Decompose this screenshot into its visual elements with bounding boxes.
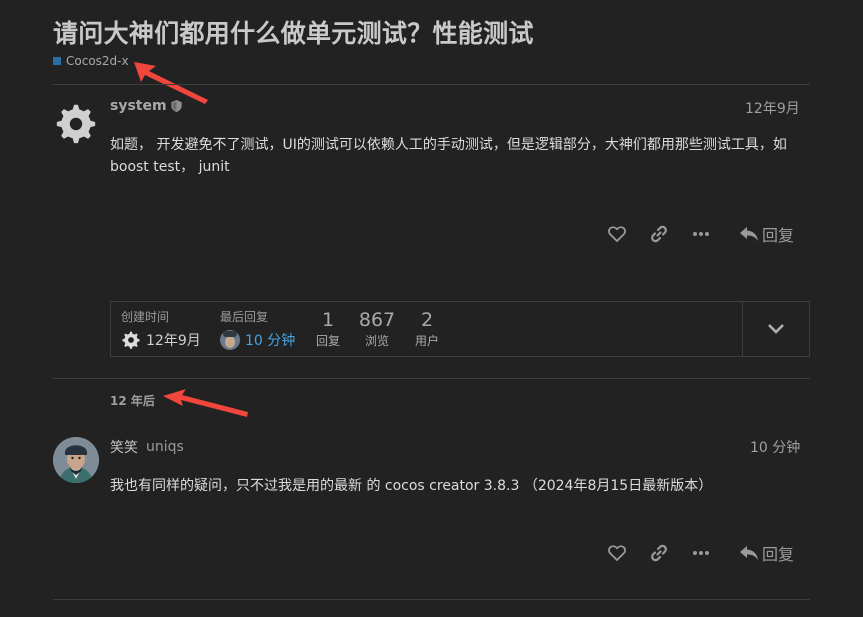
username-text: uniqs	[146, 439, 184, 455]
created-value[interactable]: 12年9月	[121, 330, 201, 350]
username-text: system	[110, 98, 167, 114]
topic-map: 创建时间 12年9月 最后回复 10 分钟 1 回复 867 浏览 2 用户	[110, 301, 810, 357]
reply-icon	[740, 546, 758, 560]
reply-button[interactable]: 回复	[739, 541, 794, 565]
created-value-text: 12年9月	[146, 333, 201, 349]
last-reply-label: 最后回复	[220, 310, 269, 324]
shield-icon	[170, 100, 182, 112]
stat-replies-value: 1	[321, 309, 335, 331]
time-gap-label: 12 年后	[110, 394, 155, 408]
reply-icon	[740, 227, 758, 241]
reply-button[interactable]: 回复	[739, 222, 794, 246]
stat-replies-label: 回复	[315, 334, 340, 348]
link-icon[interactable]	[649, 543, 669, 563]
post-date[interactable]: 10 分钟	[750, 437, 800, 457]
post-username[interactable]: system	[110, 98, 182, 114]
divider	[53, 599, 810, 600]
topic-title[interactable]: 请问大神们都用什么做单元测试？性能测试	[53, 14, 534, 50]
category-badge[interactable]: Cocos2d-x	[53, 54, 129, 68]
post-body: 如题， 开发避免不了测试，UI的测试可以依赖人工的手动测试，但是逻辑部分，大神们…	[110, 137, 787, 175]
link-icon[interactable]	[649, 224, 669, 244]
heart-icon[interactable]	[607, 224, 627, 244]
stat-users-label: 用户	[414, 334, 439, 348]
avatar	[220, 330, 240, 350]
reply-label: 回复	[762, 226, 795, 245]
reply-label: 回复	[762, 545, 795, 564]
gear-icon	[122, 331, 140, 349]
annotation-arrow-time-gap	[163, 389, 248, 417]
ellipsis-icon[interactable]	[691, 224, 711, 244]
expand-topic-map-button[interactable]	[742, 302, 809, 356]
post-body: 我也有同样的疑问，只不过我是用的最新 的 cocos creator 3.8.3…	[110, 478, 713, 494]
stat-users-value: 2	[420, 309, 434, 331]
created-label: 创建时间	[121, 310, 170, 324]
post-actions: 回复	[607, 222, 794, 246]
category-color-swatch	[53, 57, 61, 65]
avatar[interactable]	[53, 437, 99, 483]
stat-views-label: 浏览	[364, 334, 389, 348]
post-actions: 回复	[607, 541, 794, 565]
heart-icon[interactable]	[607, 543, 627, 563]
last-reply-value[interactable]: 10 分钟	[220, 330, 295, 350]
divider	[53, 84, 810, 85]
display-name: 笑笑	[110, 440, 138, 456]
divider	[53, 378, 810, 379]
gear-icon[interactable]	[53, 99, 99, 145]
stat-views-value: 867	[358, 309, 396, 331]
post-date[interactable]: 12年9月	[745, 98, 800, 118]
ellipsis-icon[interactable]	[691, 543, 711, 563]
last-reply-value-text: 10 分钟	[245, 333, 296, 349]
chevron-down-icon	[768, 324, 784, 334]
post-username[interactable]: 笑笑 uniqs	[110, 437, 184, 457]
category-label: Cocos2d-x	[66, 54, 129, 68]
